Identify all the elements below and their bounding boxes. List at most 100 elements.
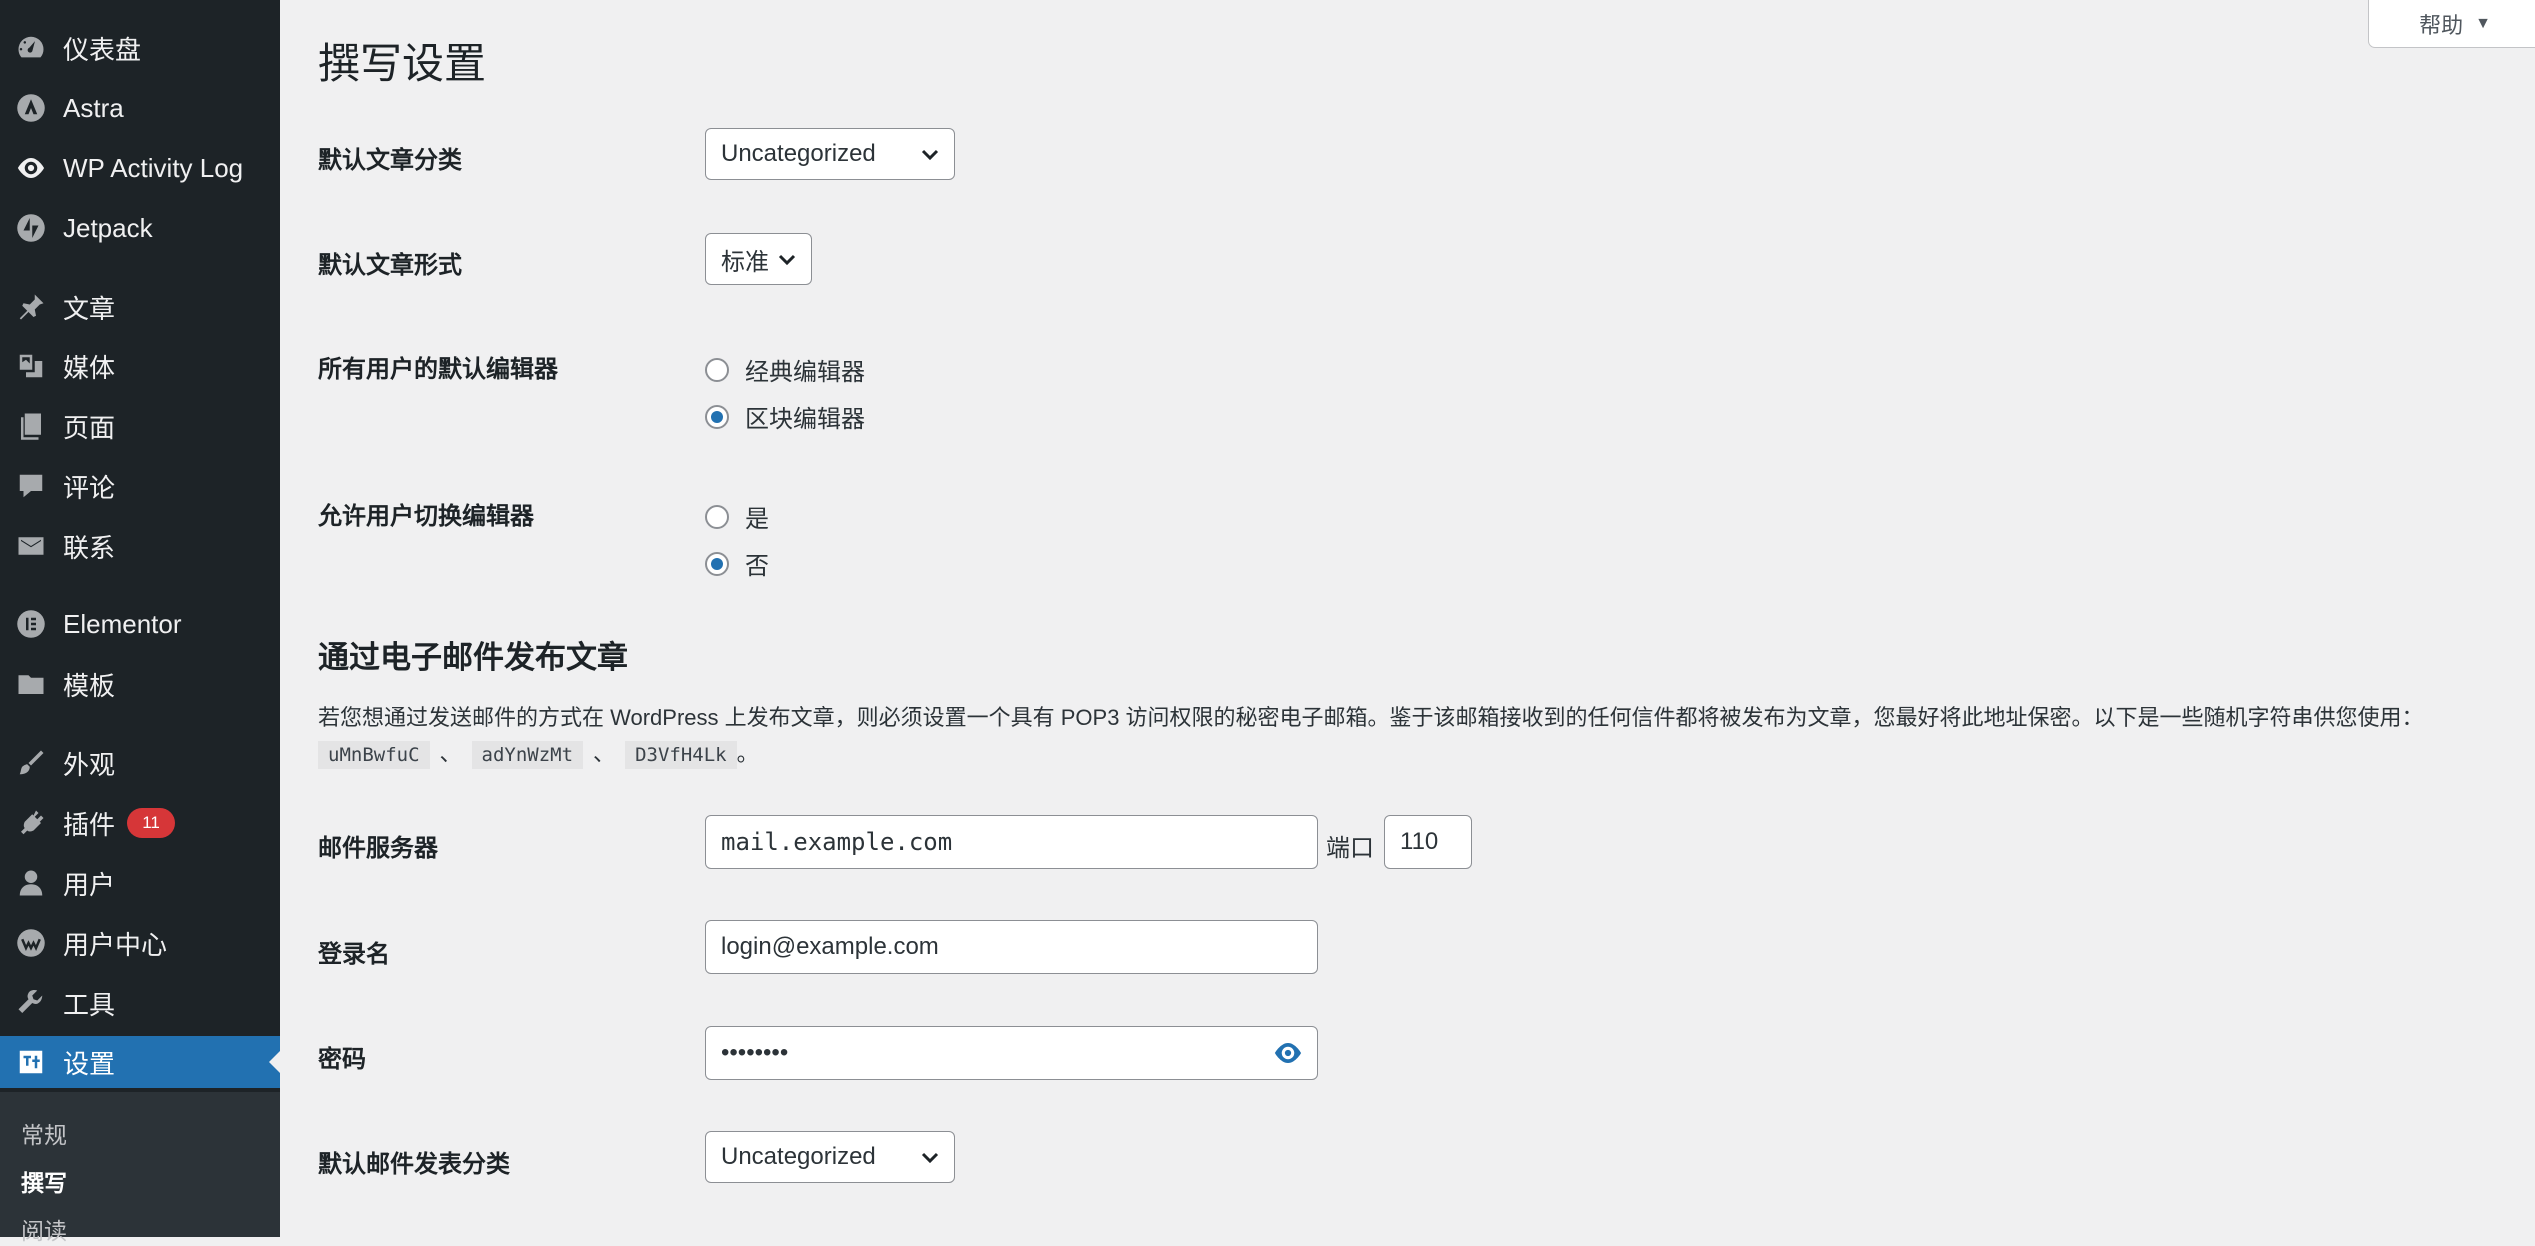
select-value: Uncategorized (721, 140, 876, 167)
brush-icon (15, 747, 47, 779)
login-name-label: 登录名 (318, 941, 390, 968)
login-name-input[interactable]: login@example.com (705, 920, 1318, 974)
description-text: 若您想通过发送邮件的方式在 WordPress 上发布文章，则必须设置一个具有 … (318, 705, 2424, 730)
elementor-icon (15, 608, 47, 640)
help-button[interactable]: 帮助 ▼ (2368, 0, 2535, 48)
sidebar-item-label: Elementor (63, 608, 182, 639)
password-label: 密码 (318, 1046, 366, 1073)
select-value: Uncategorized (721, 1143, 876, 1170)
default-format-label: 默认文章形式 (318, 252, 462, 279)
default-editor-label: 所有用户的默认编辑器 (318, 356, 558, 383)
sidebar-item-label: 文章 (63, 293, 116, 324)
sidebar-item-label: 联系 (63, 532, 116, 563)
folder-icon (15, 668, 47, 700)
sidebar-item-settings[interactable]: 设置 (0, 1036, 280, 1088)
period: 。 (736, 741, 759, 766)
submenu-item-writing[interactable]: 撰写 (21, 1164, 67, 1198)
sidebar-item-media[interactable]: 媒体 (0, 340, 280, 392)
submenu-item-reading[interactable]: 阅读 (21, 1212, 67, 1246)
radio-label: 否 (745, 553, 769, 580)
radio-block-editor[interactable]: 区块编辑器 (705, 399, 865, 434)
plugin-icon (15, 807, 47, 839)
chevron-down-icon (775, 247, 799, 271)
input-value: 110 (1400, 828, 1439, 855)
sidebar-item-pages[interactable]: 页面 (0, 400, 280, 452)
user-icon (15, 867, 47, 899)
sidebar-item-label: 插件 (63, 809, 116, 840)
radio-button-checked[interactable] (705, 551, 729, 576)
sidebar-item-elementor[interactable]: Elementor (0, 598, 280, 650)
jetpack-icon (15, 212, 47, 244)
random-string: uMnBwfuC (318, 741, 430, 769)
radio-label: 是 (745, 506, 769, 533)
sidebar-item-label: 模板 (63, 670, 116, 701)
sidebar-item-tools[interactable]: 工具 (0, 977, 280, 1029)
port-label: 端口 (1326, 835, 1374, 862)
settings-submenu: 常规 撰写 阅读 (0, 1092, 280, 1244)
random-string: adYnWzMt (471, 741, 584, 769)
radio-classic-editor[interactable]: 经典编辑器 (705, 352, 865, 387)
sidebar-item-contact[interactable]: 联系 (0, 520, 280, 572)
sidebar-item-user-center[interactable]: 用户中心 (0, 917, 280, 969)
default-category-select[interactable]: Uncategorized (705, 128, 955, 180)
input-value: mail.example.com (721, 828, 953, 856)
sidebar-item-users[interactable]: 用户 (0, 857, 280, 909)
sidebar-item-label: 用户 (63, 869, 116, 900)
pin-icon (15, 291, 47, 323)
comment-icon (15, 470, 47, 502)
page-title: 撰写设置 (318, 40, 487, 87)
random-string: D3VfH4Lk (625, 741, 737, 769)
wrench-icon (15, 987, 47, 1019)
astra-icon (15, 92, 47, 124)
media-icon (15, 350, 47, 382)
submenu-item-general[interactable]: 常规 (21, 1116, 67, 1150)
help-label: 帮助 (2419, 12, 2464, 38)
radio-allow-yes[interactable]: 是 (705, 499, 769, 534)
sidebar-item-label: WP Activity Log (63, 152, 244, 183)
dashboard-icon (15, 32, 47, 64)
sidebar-item-jetpack[interactable]: Jetpack (0, 202, 280, 254)
eye-icon[interactable] (1273, 1040, 1303, 1066)
sidebar-item-label: 设置 (63, 1048, 116, 1079)
radio-label: 经典编辑器 (745, 359, 865, 386)
sidebar-item-appearance[interactable]: 外观 (0, 737, 280, 789)
input-value: •••••••• (721, 1039, 789, 1066)
radio-button[interactable] (705, 357, 729, 382)
mail-icon (15, 530, 47, 562)
port-input[interactable]: 110 (1384, 815, 1472, 869)
select-value: 标准 (721, 248, 769, 276)
password-input[interactable]: •••••••• (705, 1026, 1318, 1080)
sidebar-item-activity-log[interactable]: WP Activity Log (0, 142, 280, 194)
settings-icon (15, 1046, 47, 1078)
sidebar-item-label: 仪表盘 (63, 34, 142, 65)
sidebar-item-comments[interactable]: 评论 (0, 460, 280, 512)
caret-down-icon: ▼ (2475, 14, 2491, 32)
sidebar-item-plugins[interactable]: 插件 11 (0, 797, 280, 849)
radio-button[interactable] (705, 504, 729, 529)
sidebar-item-label: Astra (63, 92, 124, 123)
sidebar-item-posts[interactable]: 文章 (0, 281, 280, 333)
mail-server-label: 邮件服务器 (318, 835, 438, 862)
allow-switch-label: 允许用户切换编辑器 (318, 503, 534, 530)
plugin-update-badge: 11 (127, 808, 176, 838)
radio-allow-no[interactable]: 否 (705, 546, 769, 581)
sidebar-item-label: 工具 (63, 989, 116, 1020)
chevron-down-icon (918, 1145, 942, 1169)
separator: 、 (593, 741, 616, 766)
radio-button-checked[interactable] (705, 404, 729, 429)
sidebar-item-astra[interactable]: Astra (0, 82, 280, 134)
sidebar-item-label: 外观 (63, 749, 116, 780)
default-format-select[interactable]: 标准 (705, 233, 812, 285)
sidebar-item-label: 评论 (63, 472, 116, 503)
sidebar-item-templates[interactable]: 模板 (0, 658, 280, 710)
admin-sidebar: 仪表盘 Astra WP Activity Log Jetpack 文章 媒体 … (0, 0, 280, 1244)
sidebar-item-dashboard[interactable]: 仪表盘 (0, 22, 280, 74)
email-section-description: 若您想通过发送邮件的方式在 WordPress 上发布文章，则必须设置一个具有 … (318, 700, 2528, 773)
mail-category-select[interactable]: Uncategorized (705, 1131, 955, 1183)
separator: 、 (439, 741, 462, 766)
activity-log-icon (15, 152, 47, 184)
page-icon (15, 410, 47, 442)
sidebar-item-label: Jetpack (63, 212, 153, 243)
sidebar-item-label: 用户中心 (63, 929, 168, 960)
mail-server-input[interactable]: mail.example.com (705, 815, 1318, 869)
